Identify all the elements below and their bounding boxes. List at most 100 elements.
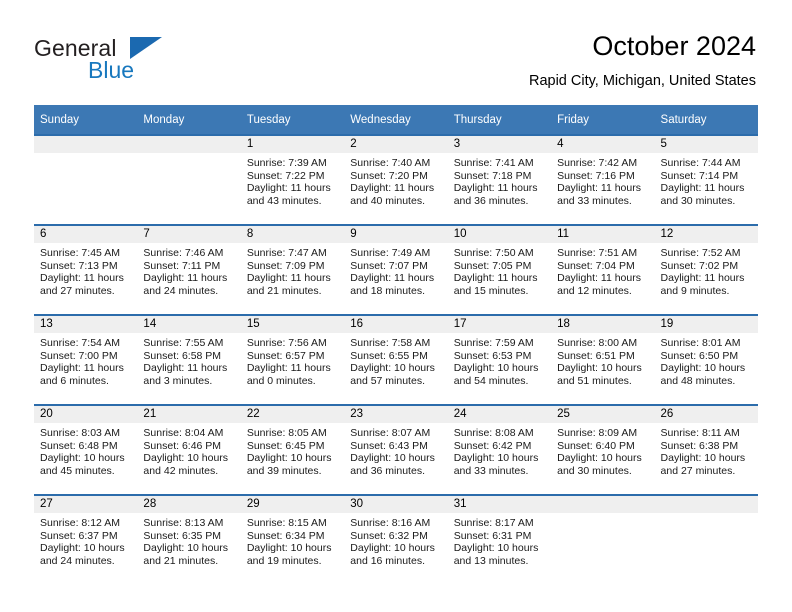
daylight-duration-line1: Daylight: 10 hours xyxy=(143,452,229,465)
day-number: 15 xyxy=(240,316,345,333)
day-details: Sunrise: 7:49 AM Sunset: 7:07 PM Daylight:… xyxy=(344,243,447,297)
calendar-day-cell[interactable]: 24 Sunrise: 8:08 AM Sunset: 6:42 PM Dayligh… xyxy=(447,404,552,495)
calendar-day-cell[interactable]: 6 Sunrise: 7:45 AM Sunset: 7:13 PM Daylight… xyxy=(34,224,138,315)
calendar-day-cell[interactable]: 16 Sunrise: 7:58 AM Sunset: 6:55 PM Dayligh… xyxy=(344,314,448,405)
day-number: 29 xyxy=(240,496,345,513)
daylight-duration-line1: Daylight: 11 hours xyxy=(143,272,228,285)
calendar-day-cell[interactable]: 18 Sunrise: 8:00 AM Sunset: 6:51 PM Dayligh… xyxy=(551,314,655,405)
day-details: Sunrise: 8:12 AM Sunset: 6:37 PM Daylight:… xyxy=(34,513,137,567)
sunset-time: Sunset: 6:34 PM xyxy=(246,529,325,542)
sunrise-time: Sunrise: 8:00 AM xyxy=(557,337,638,349)
day-details: Sunrise: 8:13 AM Sunset: 6:35 PM Daylight:… xyxy=(137,513,240,567)
day-number: 17 xyxy=(447,316,552,333)
calendar-day-cell[interactable]: 14 Sunrise: 7:55 AM Sunset: 6:58 PM Dayligh… xyxy=(137,314,241,405)
calendar-day-cell[interactable]: 29 Sunrise: 8:15 AM Sunset: 6:34 PM Dayligh… xyxy=(240,494,345,584)
daylight-duration-line2: and 39 minutes. xyxy=(246,464,322,477)
calendar-day-cell[interactable]: 4 Sunrise: 7:42 AM Sunset: 7:16 PM Daylight… xyxy=(551,134,655,225)
day-cell-inner: 5 Sunrise: 7:44 AM Sunset: 7:14 PM Daylight… xyxy=(654,136,758,224)
daylight-duration-line2: and 57 minutes. xyxy=(350,374,425,387)
sunrise-time: Sunrise: 8:08 AM xyxy=(453,427,534,439)
calendar-day-cell[interactable]: 30 Sunrise: 8:16 AM Sunset: 6:32 PM Dayligh… xyxy=(344,494,448,584)
day-cell-inner: 29 Sunrise: 8:15 AM Sunset: 6:34 PM Dayligh… xyxy=(240,496,345,584)
day-details: Sunrise: 8:01 AM Sunset: 6:50 PM Daylight:… xyxy=(655,333,758,387)
day-number: 10 xyxy=(447,226,552,243)
calendar-day-cell[interactable]: 2 Sunrise: 7:40 AM Sunset: 7:20 PM Daylight… xyxy=(344,134,448,225)
calendar-day-cell[interactable]: 10 Sunrise: 7:50 AM Sunset: 7:05 PM Dayligh… xyxy=(447,224,552,315)
calendar-day-cell[interactable]: 17 Sunrise: 7:59 AM Sunset: 6:53 PM Dayligh… xyxy=(447,314,552,405)
calendar-day-cell[interactable]: 22 Sunrise: 8:05 AM Sunset: 6:45 PM Dayligh… xyxy=(240,404,345,495)
sunrise-time: Sunrise: 7:51 AM xyxy=(557,247,638,259)
day-cell-inner: 15 Sunrise: 7:56 AM Sunset: 6:57 PM Dayligh… xyxy=(240,316,345,404)
calendar-day-cell[interactable]: 15 Sunrise: 7:56 AM Sunset: 6:57 PM Dayligh… xyxy=(240,314,345,405)
daylight-duration-line2: and 33 minutes. xyxy=(557,194,632,207)
calendar-day-cell[interactable]: 28 Sunrise: 8:13 AM Sunset: 6:35 PM Dayligh… xyxy=(137,494,241,584)
daylight-duration-line2: and 15 minutes. xyxy=(453,284,529,297)
daylight-duration-line2: and 0 minutes. xyxy=(246,374,316,387)
day-number: 1 xyxy=(240,136,345,153)
day-details: Sunrise: 7:44 AM Sunset: 7:14 PM Daylight:… xyxy=(655,153,758,207)
calendar-day-cell[interactable]: 31 Sunrise: 8:17 AM Sunset: 6:31 PM Dayligh… xyxy=(447,494,552,584)
calendar-day-cell[interactable]: 21 Sunrise: 8:04 AM Sunset: 6:46 PM Dayligh… xyxy=(137,404,241,495)
calendar-body: 1 Sunrise: 7:39 AM Sunset: 7:22 PM Daylight… xyxy=(34,134,758,584)
sunset-time: Sunset: 6:37 PM xyxy=(40,529,118,542)
sunrise-time: Sunrise: 7:58 AM xyxy=(350,337,431,349)
day-details: Sunrise: 7:45 AM Sunset: 7:13 PM Daylight:… xyxy=(34,243,137,297)
sunrise-time: Sunrise: 8:16 AM xyxy=(350,517,431,529)
sunset-time: Sunset: 7:09 PM xyxy=(246,259,325,272)
daylight-duration-line1: Daylight: 11 hours xyxy=(350,182,435,195)
calendar-day-cell-empty xyxy=(551,494,655,584)
calendar-day-cell[interactable]: 3 Sunrise: 7:41 AM Sunset: 7:18 PM Daylight… xyxy=(447,134,552,225)
daylight-duration-line2: and 33 minutes. xyxy=(453,464,529,477)
calendar-day-cell[interactable]: 1 Sunrise: 7:39 AM Sunset: 7:22 PM Daylight… xyxy=(240,134,345,225)
day-cell-inner: 9 Sunrise: 7:49 AM Sunset: 7:07 PM Daylight… xyxy=(344,226,448,314)
day-cell-inner: 22 Sunrise: 8:05 AM Sunset: 6:45 PM Dayligh… xyxy=(240,406,345,494)
calendar-day-cell[interactable]: 25 Sunrise: 8:09 AM Sunset: 6:40 PM Dayligh… xyxy=(551,404,655,495)
daylight-duration-line2: and 40 minutes. xyxy=(350,194,425,207)
brand-logo[interactable]: General Blue xyxy=(34,35,214,87)
day-details: Sunrise: 7:51 AM Sunset: 7:04 PM Daylight:… xyxy=(551,243,654,297)
sunrise-time: Sunrise: 7:41 AM xyxy=(453,157,534,169)
sunset-time: Sunset: 6:51 PM xyxy=(557,349,635,362)
title-block: October 2024 Rapid City, Michigan, Unite… xyxy=(529,30,756,90)
daylight-duration-line2: and 36 minutes. xyxy=(350,464,425,477)
calendar-day-cell[interactable]: 19 Sunrise: 8:01 AM Sunset: 6:50 PM Dayligh… xyxy=(654,314,758,405)
sunset-time: Sunset: 7:13 PM xyxy=(40,259,118,272)
day-details: Sunrise: 7:58 AM Sunset: 6:55 PM Daylight:… xyxy=(344,333,447,387)
day-cell-inner xyxy=(34,136,138,224)
day-number: 6 xyxy=(34,226,138,243)
day-details xyxy=(34,153,137,157)
calendar-day-cell[interactable]: 5 Sunrise: 7:44 AM Sunset: 7:14 PM Daylight… xyxy=(654,134,758,225)
day-number: 31 xyxy=(447,496,552,513)
calendar-day-cell[interactable]: 20 Sunrise: 8:03 AM Sunset: 6:48 PM Dayligh… xyxy=(34,404,138,495)
calendar-day-cell[interactable]: 9 Sunrise: 7:49 AM Sunset: 7:07 PM Daylight… xyxy=(344,224,448,315)
day-number xyxy=(137,136,241,153)
calendar-day-cell[interactable]: 8 Sunrise: 7:47 AM Sunset: 7:09 PM Daylight… xyxy=(240,224,345,315)
sunset-time: Sunset: 6:35 PM xyxy=(143,529,222,542)
calendar-day-cell[interactable]: 26 Sunrise: 8:11 AM Sunset: 6:38 PM Dayligh… xyxy=(654,404,758,495)
calendar-day-cell[interactable]: 13 Sunrise: 7:54 AM Sunset: 7:00 PM Dayligh… xyxy=(34,314,138,405)
calendar-week-row: 6 Sunrise: 7:45 AM Sunset: 7:13 PM Daylight… xyxy=(34,224,758,315)
day-cell-inner: 18 Sunrise: 8:00 AM Sunset: 6:51 PM Dayligh… xyxy=(551,316,655,404)
weekday-header-friday: Friday xyxy=(551,105,655,135)
sunset-time: Sunset: 6:40 PM xyxy=(557,439,635,452)
calendar-day-cell[interactable]: 7 Sunrise: 7:46 AM Sunset: 7:11 PM Daylight… xyxy=(137,224,241,315)
day-details: Sunrise: 8:04 AM Sunset: 6:46 PM Daylight:… xyxy=(137,423,240,477)
calendar-day-cell[interactable]: 12 Sunrise: 7:52 AM Sunset: 7:02 PM Dayligh… xyxy=(654,224,758,315)
daylight-duration-line1: Daylight: 10 hours xyxy=(557,362,642,375)
day-number: 28 xyxy=(137,496,241,513)
day-cell-inner xyxy=(654,496,758,584)
day-cell-inner: 10 Sunrise: 7:50 AM Sunset: 7:05 PM Dayligh… xyxy=(447,226,552,314)
calendar-week-row: 1 Sunrise: 7:39 AM Sunset: 7:22 PM Daylight… xyxy=(34,134,758,225)
sunset-time: Sunset: 6:53 PM xyxy=(453,349,532,362)
sunrise-time: Sunrise: 8:01 AM xyxy=(660,337,741,349)
day-details xyxy=(551,513,654,517)
day-cell-inner: 23 Sunrise: 8:07 AM Sunset: 6:43 PM Dayligh… xyxy=(344,406,448,494)
sunrise-time: Sunrise: 7:56 AM xyxy=(246,337,327,349)
daylight-duration-line2: and 3 minutes. xyxy=(143,374,213,387)
sunset-time: Sunset: 7:04 PM xyxy=(557,259,635,272)
calendar-day-cell[interactable]: 27 Sunrise: 8:12 AM Sunset: 6:37 PM Dayligh… xyxy=(34,494,138,584)
calendar-day-cell[interactable]: 23 Sunrise: 8:07 AM Sunset: 6:43 PM Dayligh… xyxy=(344,404,448,495)
daylight-duration-line2: and 30 minutes. xyxy=(660,194,736,207)
calendar-day-cell[interactable]: 11 Sunrise: 7:51 AM Sunset: 7:04 PM Dayligh… xyxy=(551,224,655,315)
day-cell-inner: 30 Sunrise: 8:16 AM Sunset: 6:32 PM Dayligh… xyxy=(344,496,448,584)
